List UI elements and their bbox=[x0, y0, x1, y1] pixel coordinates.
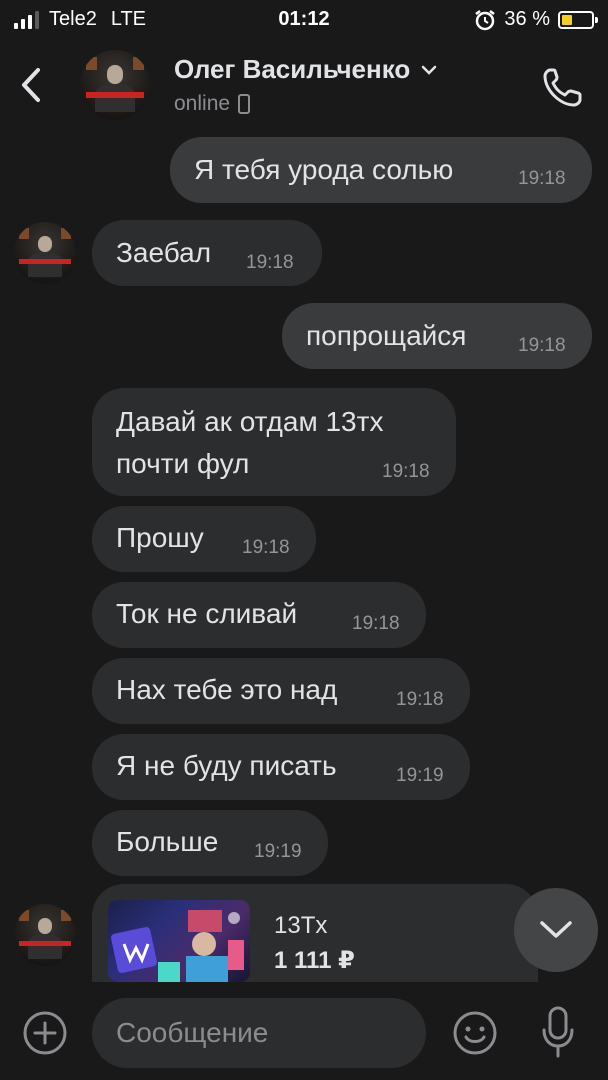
message-text: Ток не сливай bbox=[116, 598, 298, 629]
message-time: 19:18 bbox=[518, 335, 566, 356]
message-text: Прошу bbox=[116, 522, 204, 553]
message-time: 19:19 bbox=[396, 765, 444, 786]
microphone-icon[interactable] bbox=[540, 1004, 576, 1060]
message-text: попрощайся bbox=[306, 320, 467, 351]
status-right: 36 % bbox=[474, 8, 598, 31]
product-price: 1 111 ₽ bbox=[274, 947, 355, 974]
composer-bar bbox=[0, 982, 608, 1080]
message-time: 19:18 bbox=[242, 537, 290, 558]
message-text: Заебал bbox=[116, 237, 212, 268]
alarm-icon bbox=[475, 9, 496, 30]
message-time: 19:18 bbox=[382, 461, 430, 482]
message-bubble-incoming[interactable]: Прошу 19:18 bbox=[92, 506, 316, 572]
scroll-down-icon bbox=[540, 921, 572, 938]
message-time: 19:18 bbox=[518, 168, 566, 189]
message-bubble-incoming[interactable]: Я не буду писать 19:19 bbox=[92, 734, 470, 800]
status-text: online bbox=[174, 92, 231, 115]
message-bubble-incoming[interactable]: Нах тебе это над 19:18 bbox=[92, 658, 470, 724]
message-text: Я не буду писать bbox=[116, 750, 337, 781]
message-bubble-incoming[interactable]: Заебал 19:18 bbox=[92, 220, 322, 286]
message-text: Нах тебе это над bbox=[116, 674, 338, 705]
message-bubble-outgoing[interactable]: попрощайся 19:18 bbox=[282, 303, 592, 369]
message-time: 19:19 bbox=[254, 841, 302, 862]
chevron-down-icon bbox=[422, 65, 437, 75]
emoji-icon[interactable] bbox=[452, 1010, 498, 1056]
message-time: 19:18 bbox=[246, 252, 294, 273]
header-avatar[interactable] bbox=[80, 50, 150, 120]
scroll-down-button[interactable] bbox=[514, 888, 598, 972]
message-input[interactable] bbox=[92, 998, 426, 1068]
status-bar: Tele2 LTE 01:12 36 % bbox=[0, 0, 608, 40]
message-bubble-incoming[interactable]: Больше 19:19 bbox=[92, 810, 328, 876]
contact-name-row[interactable]: Олег Васильченко bbox=[174, 54, 438, 85]
contact-name: Олег Васильченко bbox=[174, 54, 411, 84]
battery-icon bbox=[558, 10, 598, 29]
message-bubble-incoming[interactable]: Давай ак отдам 13тх почти фул 19:18 bbox=[92, 388, 456, 496]
message-time: 19:18 bbox=[352, 613, 400, 634]
battery-percent: 36 % bbox=[504, 8, 550, 30]
back-icon[interactable] bbox=[14, 62, 50, 108]
contact-avatar[interactable] bbox=[14, 904, 76, 966]
message-text: Я тебя урода солью bbox=[194, 154, 454, 185]
phone-call-icon[interactable] bbox=[540, 64, 586, 110]
contact-avatar[interactable] bbox=[14, 222, 76, 284]
message-text: Больше bbox=[116, 826, 219, 857]
product-card[interactable]: 13Tx 1 111 ₽ bbox=[92, 884, 538, 982]
contact-status: online bbox=[174, 92, 251, 116]
product-image bbox=[108, 900, 250, 982]
message-bubble-incoming[interactable]: Ток не сливай 19:18 bbox=[92, 582, 426, 648]
product-title: 13Tx bbox=[274, 912, 328, 939]
message-bubble-outgoing[interactable]: Я тебя урода солью 19:18 bbox=[170, 137, 592, 203]
chat-header: Олег Васильченко online bbox=[0, 40, 608, 130]
message-text-line2: почти фул bbox=[116, 448, 250, 479]
message-time: 19:18 bbox=[396, 689, 444, 710]
battery-fill bbox=[562, 14, 573, 25]
message-text-line1: Давай ак отдам 13тх bbox=[116, 406, 384, 437]
mobile-icon bbox=[238, 94, 251, 114]
plus-icon[interactable] bbox=[22, 1010, 68, 1056]
